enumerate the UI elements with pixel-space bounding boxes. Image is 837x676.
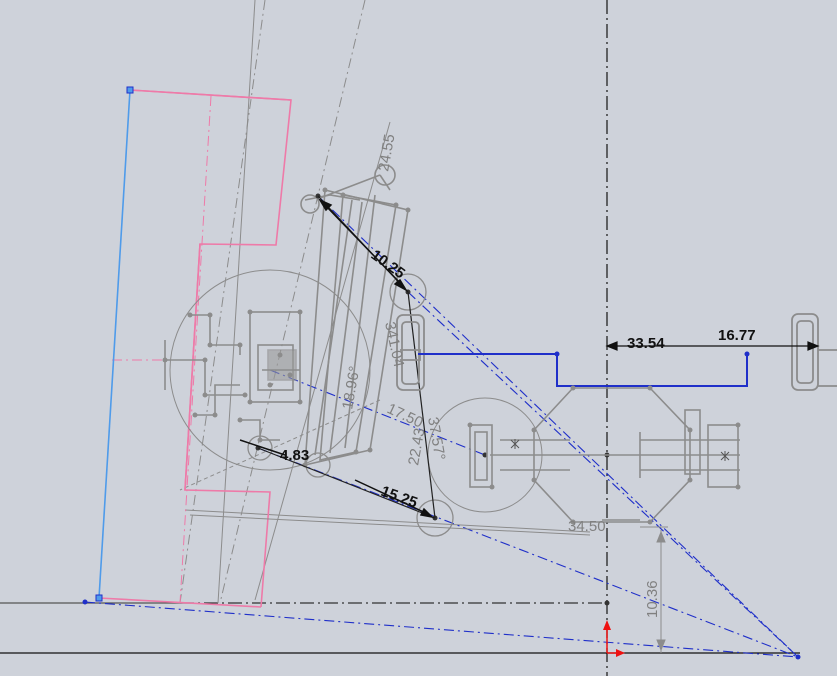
upright-assembly[interactable]	[300, 164, 409, 467]
sketch-canvas[interactable]: 10.25 33.54 16.77 4.83 15.25 24.55 341.0…	[0, 0, 837, 676]
endpoint-handle-bottom[interactable]	[95, 594, 103, 602]
dim-17-50[interactable]: 17.50	[384, 400, 425, 431]
leader-34-50	[189, 514, 591, 536]
joint-centers[interactable]	[255, 193, 610, 606]
hub-mechanism[interactable]	[164, 311, 301, 441]
dim-10-36[interactable]: 10.36	[644, 580, 661, 618]
axle-assembly[interactable]	[469, 387, 740, 523]
track-rod-points[interactable]	[554, 351, 750, 357]
pink-profile[interactable]	[98, 89, 292, 608]
pink-centerline	[112, 95, 212, 604]
asterisk-markers	[510, 439, 730, 461]
dim-34-50[interactable]: 34.50	[568, 518, 606, 535]
dim-18-96[interactable]: 18.96°	[339, 365, 363, 411]
dim-15-25[interactable]: 15.25	[379, 483, 420, 512]
dim-16-77[interactable]: 16.77	[718, 327, 756, 344]
convergence-point[interactable]	[795, 654, 801, 660]
point-ground[interactable]	[82, 599, 88, 605]
light-blue-line[interactable]	[98, 89, 131, 599]
dim-33-54[interactable]: 33.54	[627, 335, 665, 352]
tire-right[interactable]	[791, 313, 837, 391]
origin-axes	[603, 620, 625, 657]
dim-22-43[interactable]: 22.43	[405, 427, 428, 467]
construction-lines	[179, 0, 591, 604]
dim-24-55[interactable]: 24.55	[375, 133, 398, 173]
dim-341-04[interactable]: 341.04	[381, 320, 407, 368]
track-rod[interactable]	[418, 353, 748, 387]
dim-4-83[interactable]: 4.83	[280, 447, 309, 464]
endpoint-handle-top[interactable]	[126, 86, 134, 94]
